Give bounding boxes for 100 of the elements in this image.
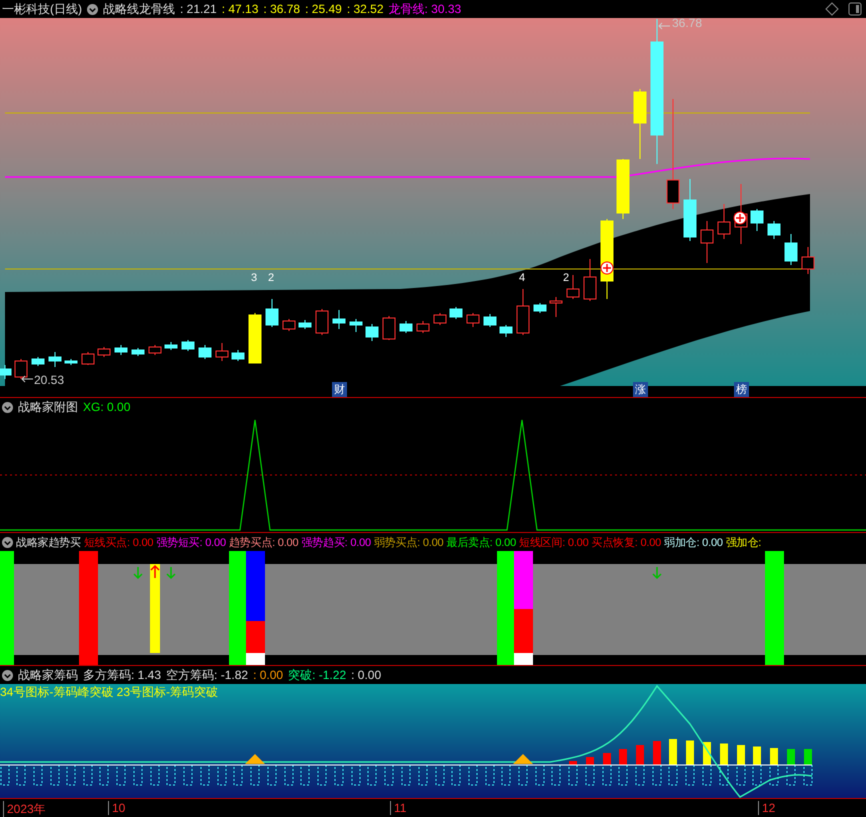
chip-bar [166, 764, 176, 786]
panel-title: 战略家附图 [18, 398, 78, 416]
candle [98, 346, 110, 358]
chip-bar [250, 764, 260, 786]
indicator-value: : 47.13 [222, 2, 258, 16]
chart-legend: 34号图标-筹码峰突破 23号图标-筹码突破 [0, 684, 218, 701]
chip-bar [218, 764, 226, 786]
candle [802, 246, 814, 274]
wave-number: 2 [268, 272, 274, 284]
chip-bar [652, 741, 662, 786]
candle [566, 274, 580, 300]
chip-bar [486, 764, 494, 786]
candle [148, 344, 162, 356]
collapse-icon[interactable] [87, 4, 98, 14]
chip-bar [150, 764, 160, 786]
indicator-value: 多方筹码: 1.43 [83, 666, 162, 684]
candle [14, 358, 28, 380]
indicator-value: 强势短买: 0.00 [156, 536, 226, 550]
event-badge[interactable]: 涨 [633, 382, 648, 397]
up-arrow-icon [150, 564, 160, 579]
chip-bar [618, 749, 628, 786]
chip-bar [334, 764, 344, 786]
indicator-value: : 36.78 [263, 2, 300, 16]
candle [266, 298, 278, 328]
indicator-value: : 0.00 [253, 668, 284, 682]
chip-bar [418, 764, 428, 786]
date-label: 12 [758, 801, 776, 815]
indicator-value: : 0.00 [351, 668, 382, 682]
chip-bar [736, 745, 746, 786]
candle [366, 324, 378, 342]
panel-title: 战略家趋势买 [16, 536, 81, 550]
chip-bar [502, 764, 510, 786]
chip-bar [116, 764, 126, 786]
high-price-label: 36.78 [672, 16, 702, 30]
candle [768, 220, 780, 240]
candle [64, 358, 78, 366]
chip-bar [352, 764, 360, 786]
candle [332, 310, 346, 330]
peak-marker-icon [245, 754, 265, 764]
collapse-icon[interactable] [2, 536, 13, 548]
chip-bar [568, 761, 578, 786]
wave-number: 3 [251, 272, 258, 284]
chip-bar [702, 742, 712, 786]
candle [584, 258, 596, 302]
candle [616, 158, 630, 220]
window-icon[interactable] [848, 2, 862, 16]
chip-bar [752, 746, 762, 786]
date-label: 2023年 [3, 801, 46, 817]
chip-bar [452, 764, 460, 786]
collapse-icon[interactable] [2, 670, 13, 680]
event-badge[interactable]: 榜 [734, 382, 749, 397]
indicator-value: : 21.21 [180, 2, 217, 16]
chip-bar [668, 739, 678, 786]
candle [784, 234, 798, 266]
indicator-value: 短线买点: 0.00 [84, 536, 154, 550]
chip-bar [636, 745, 644, 786]
wave-number: 2 [563, 272, 570, 284]
candle [550, 296, 562, 318]
indicator-value: XG: 0.00 [83, 400, 130, 414]
chip-bar [268, 764, 276, 786]
chip-bar [134, 764, 142, 786]
indicator-value: 强势趋买: 0.00 [301, 536, 371, 550]
chip-bar [34, 764, 42, 786]
indicator-title: 战略线龙骨线 [103, 0, 175, 18]
chip-bar [66, 764, 76, 786]
wave-number: 4 [519, 272, 526, 284]
candle [164, 342, 178, 350]
indicator-value: 短线区间: 0.00 [519, 536, 589, 550]
candle [132, 348, 144, 356]
chip-bar [284, 764, 294, 786]
chip-bar [686, 740, 694, 786]
candle [316, 308, 328, 336]
indicator-value: : 25.49 [305, 2, 342, 16]
candle [534, 302, 546, 314]
candle [32, 356, 44, 366]
chip-bar [436, 764, 444, 786]
candle [700, 220, 714, 264]
chip-bar [384, 764, 394, 786]
chip-bar [786, 749, 796, 786]
candle [750, 208, 764, 232]
date-label: 10 [108, 801, 126, 815]
candle [48, 352, 62, 368]
chip-bar [586, 757, 594, 786]
diamond-icon[interactable] [825, 2, 839, 16]
candle [434, 312, 446, 326]
event-badge[interactable]: 财 [332, 382, 347, 397]
chip-bar [368, 764, 376, 786]
candle [382, 316, 396, 340]
indicator-value: : 32.52 [346, 2, 384, 16]
chip-bar [300, 764, 310, 786]
chip-bar [234, 764, 242, 786]
panel-title: 战略家筹码 [18, 666, 78, 684]
collapse-icon[interactable] [2, 402, 13, 412]
indicator-value: 最后卖点: 0.00 [446, 536, 516, 550]
chip-bar [770, 748, 778, 786]
low-price-label: 20.53 [34, 373, 64, 387]
indicator-value: 弱势买点: 0.00 [374, 536, 444, 550]
indicator-value: 龙骨线: 30.33 [388, 0, 462, 18]
candle [298, 320, 312, 330]
arrow-icon [657, 22, 671, 30]
